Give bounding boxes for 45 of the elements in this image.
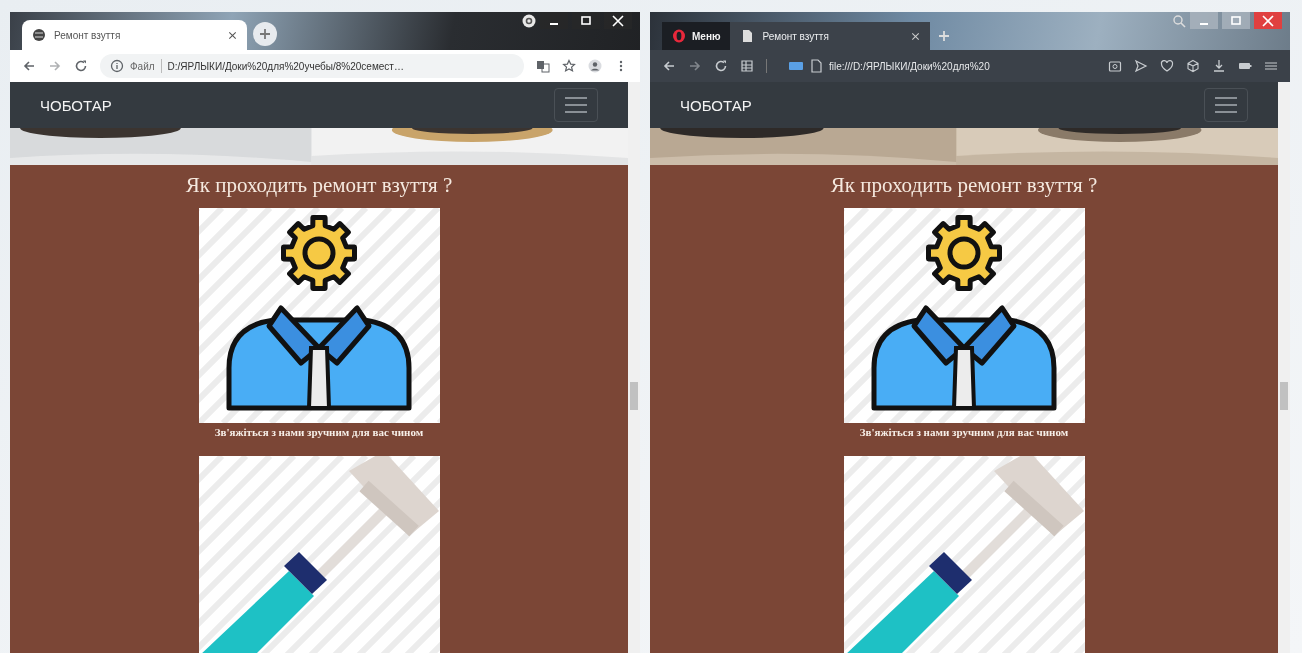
menu-toggle-button[interactable] bbox=[1204, 88, 1248, 122]
close-icon[interactable] bbox=[228, 30, 237, 40]
camera-icon[interactable] bbox=[1108, 59, 1122, 73]
grid-icon[interactable] bbox=[740, 59, 754, 73]
brand-name[interactable]: ЧОБОТАР bbox=[40, 96, 112, 114]
forward-icon[interactable] bbox=[688, 59, 702, 73]
reload-icon[interactable] bbox=[74, 59, 88, 73]
address-label: Файл bbox=[130, 60, 155, 72]
brand-name[interactable]: ЧОБОТАР bbox=[680, 96, 752, 114]
menu-icon[interactable] bbox=[564, 96, 588, 114]
sliders-icon[interactable] bbox=[1264, 59, 1278, 73]
globe-icon[interactable] bbox=[32, 28, 46, 42]
logo-icon[interactable] bbox=[672, 29, 686, 43]
back-icon[interactable] bbox=[662, 59, 676, 73]
close-button[interactable] bbox=[604, 12, 632, 29]
cube-icon[interactable] bbox=[1186, 59, 1200, 73]
plus-icon[interactable] bbox=[258, 27, 272, 41]
caption: Зв'яжіться з нами зручним для вас чином bbox=[859, 426, 1069, 438]
translate-icon[interactable] bbox=[536, 59, 550, 73]
account-icon[interactable] bbox=[588, 59, 602, 73]
document-icon[interactable] bbox=[809, 59, 823, 73]
address-bar[interactable]: Файл D:/ЯРЛЫКИ/Доки%20для%20учебы/8%20семест… bbox=[100, 54, 524, 78]
scrollbar[interactable] bbox=[628, 82, 640, 653]
back-icon[interactable] bbox=[22, 59, 36, 73]
scrollbar[interactable] bbox=[1278, 82, 1290, 653]
heart-icon[interactable] bbox=[1160, 59, 1174, 73]
page-icon[interactable] bbox=[740, 29, 755, 43]
send-icon[interactable] bbox=[1134, 59, 1148, 73]
circle-icon[interactable] bbox=[522, 13, 536, 28]
menu-icon[interactable] bbox=[1214, 96, 1238, 114]
address-text: D:/ЯРЛЫКИ/Доки%20для%20учебы/8%20семест… bbox=[167, 60, 404, 72]
browser-tab[interactable]: Ремонт взуття bbox=[730, 22, 931, 50]
new-tab-button[interactable] bbox=[253, 22, 277, 46]
badge-icon[interactable] bbox=[789, 59, 803, 73]
caption: Зв'яжіться з нами зручним для вас чином bbox=[214, 426, 424, 438]
menu-button[interactable]: Меню bbox=[662, 22, 731, 50]
star-icon[interactable] bbox=[562, 59, 576, 73]
address-text: file:///D:/ЯРЛЫКИ/Доки%20для%20 bbox=[829, 60, 990, 72]
download-icon[interactable] bbox=[1212, 59, 1226, 73]
maximize-icon[interactable] bbox=[579, 13, 593, 28]
section-heading: Як проходить ремонт взуття ? bbox=[830, 173, 1098, 198]
menu-toggle-button[interactable] bbox=[554, 88, 598, 122]
section-heading: Як проходить ремонт взуття ? bbox=[185, 173, 453, 198]
browser-tab[interactable]: Ремонт взуття bbox=[22, 20, 247, 50]
info-icon[interactable] bbox=[110, 59, 124, 73]
